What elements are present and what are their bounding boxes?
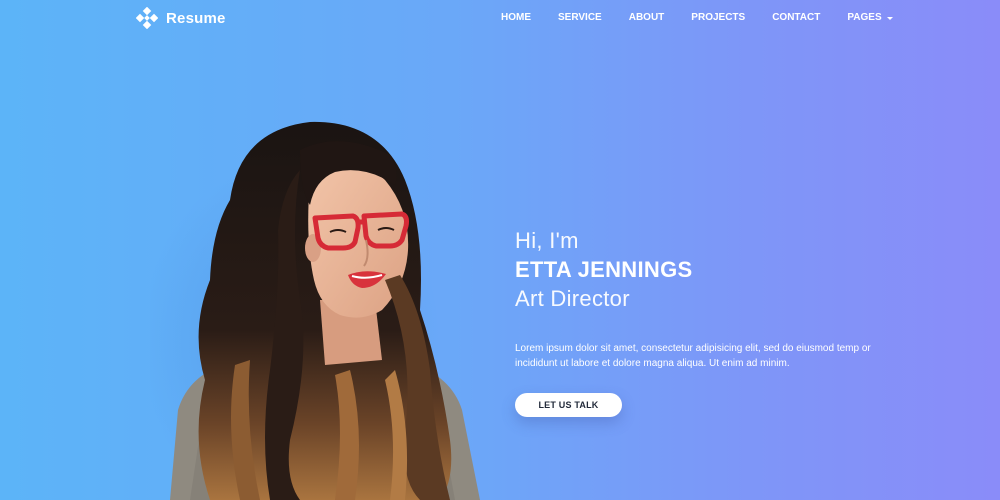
nav-label: HOME [501, 12, 531, 23]
person-role: Art Director [515, 286, 630, 311]
nav-label: ABOUT [628, 12, 665, 23]
nav-item-projects[interactable]: PROJECTS [691, 12, 745, 23]
nav-label: CONTACT [772, 12, 821, 23]
nav-label: PROJECTS [691, 12, 746, 23]
intro-description: Lorem ipsum dolor sit amet, consectetur … [515, 343, 871, 369]
nav-label: SERVICE [558, 12, 602, 23]
nav-item-home[interactable]: HOME [501, 12, 531, 23]
greeting-text: Hi, I'm [515, 228, 579, 253]
caret-down-icon [886, 16, 893, 20]
person-name: ETTA JENNINGS [515, 257, 693, 282]
nav-label: PAGES [847, 12, 882, 23]
intro-block: Hi, I'm ETTA JENNINGS Art Director [515, 228, 692, 313]
nav-item-contact[interactable]: CONTACT [772, 12, 820, 23]
main-nav: HOME SERVICE ABOUT PROJECTS CONTACT PAGE… [501, 12, 893, 23]
logo-icon [136, 7, 158, 29]
hero-section: Resume HOME SERVICE ABOUT PROJECTS CONTA… [0, 0, 1000, 500]
let-us-talk-button[interactable]: LET US TALK [515, 393, 622, 417]
brand-logo[interactable]: Resume [136, 7, 226, 29]
nav-item-pages[interactable]: PAGES [847, 12, 893, 23]
nav-item-service[interactable]: SERVICE [558, 12, 602, 23]
portrait-photo [150, 121, 480, 500]
brand-name: Resume [166, 9, 226, 27]
nav-item-about[interactable]: ABOUT [629, 12, 665, 23]
